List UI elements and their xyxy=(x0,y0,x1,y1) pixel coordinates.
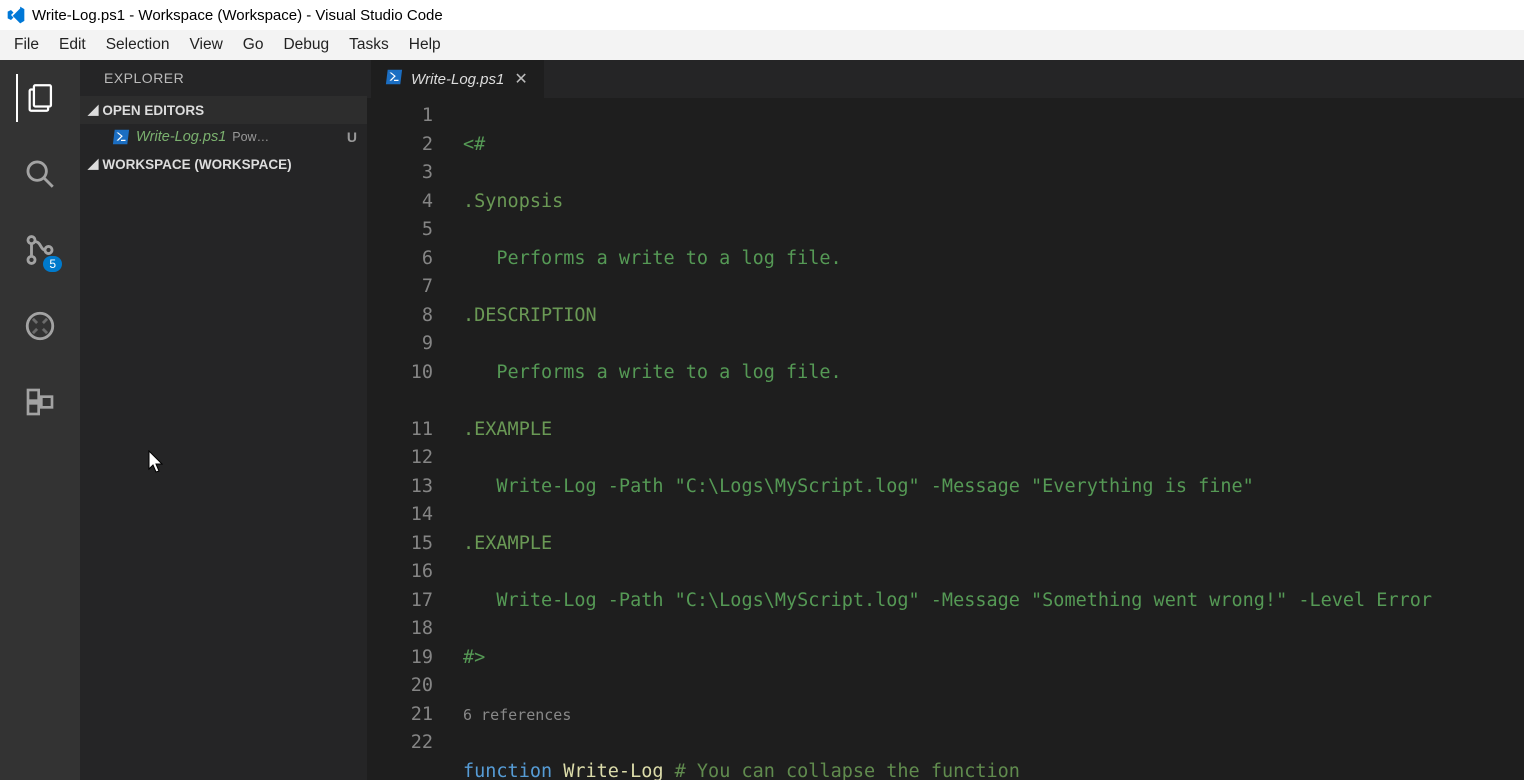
workspace-header[interactable]: ◣ WORKSPACE (WORKSPACE) xyxy=(80,150,367,178)
explorer-title: EXPLORER xyxy=(80,60,367,96)
activity-bar: 5 xyxy=(0,60,80,780)
editor-area: Write-Log.ps1 ✕ 123 456 789 1011 121314 … xyxy=(367,60,1524,780)
editor-tabs: Write-Log.ps1 ✕ xyxy=(367,60,1524,98)
codelens-references[interactable]: 6 references xyxy=(463,701,1524,730)
activity-extensions[interactable] xyxy=(16,378,64,426)
code-editor[interactable]: 123 456 789 1011 121314 151617 181920 21… xyxy=(367,98,1524,780)
menu-file[interactable]: File xyxy=(4,36,49,54)
files-icon xyxy=(24,81,58,115)
activity-debug[interactable] xyxy=(16,302,64,350)
chevron-down-icon: ◢ xyxy=(88,102,98,118)
menu-tasks[interactable]: Tasks xyxy=(339,36,399,54)
explorer-sidebar: EXPLORER ◢ OPEN EDITORS Write-Log.ps1 Po… xyxy=(80,60,367,780)
tab-label: Write-Log.ps1 xyxy=(411,71,504,88)
open-editor-path: Pow… xyxy=(232,130,269,144)
window-titlebar: Write-Log.ps1 - Workspace (Workspace) - … xyxy=(0,0,1524,30)
powershell-icon xyxy=(112,129,130,145)
code-lines[interactable]: <# .Synopsis Performs a write to a log f… xyxy=(463,98,1524,780)
window-title: Write-Log.ps1 - Workspace (Workspace) - … xyxy=(32,7,443,24)
menu-view[interactable]: View xyxy=(179,36,232,54)
menu-go[interactable]: Go xyxy=(233,36,274,54)
menu-bar: File Edit Selection View Go Debug Tasks … xyxy=(0,30,1524,60)
tab-write-log[interactable]: Write-Log.ps1 ✕ xyxy=(371,60,544,98)
line-gutter: 123 456 789 1011 121314 151617 181920 21… xyxy=(367,98,463,780)
activity-search[interactable] xyxy=(16,150,64,198)
close-icon[interactable]: ✕ xyxy=(512,69,529,89)
chevron-right-icon: ◣ xyxy=(88,156,98,172)
menu-debug[interactable]: Debug xyxy=(273,36,339,54)
open-editor-item[interactable]: Write-Log.ps1 Pow… U xyxy=(80,124,367,150)
open-editor-name: Write-Log.ps1 xyxy=(136,129,226,145)
git-status-badge: U xyxy=(347,129,357,145)
activity-explorer[interactable] xyxy=(16,74,64,122)
powershell-icon xyxy=(385,69,403,89)
menu-selection[interactable]: Selection xyxy=(96,36,180,54)
menu-edit[interactable]: Edit xyxy=(49,36,96,54)
scm-badge: 5 xyxy=(43,256,62,272)
menu-help[interactable]: Help xyxy=(399,36,451,54)
activity-scm[interactable]: 5 xyxy=(16,226,64,274)
vscode-icon xyxy=(6,5,26,25)
extensions-icon xyxy=(24,386,56,418)
search-icon xyxy=(23,157,57,191)
debug-icon xyxy=(23,309,57,343)
open-editors-header[interactable]: ◢ OPEN EDITORS xyxy=(80,96,367,124)
